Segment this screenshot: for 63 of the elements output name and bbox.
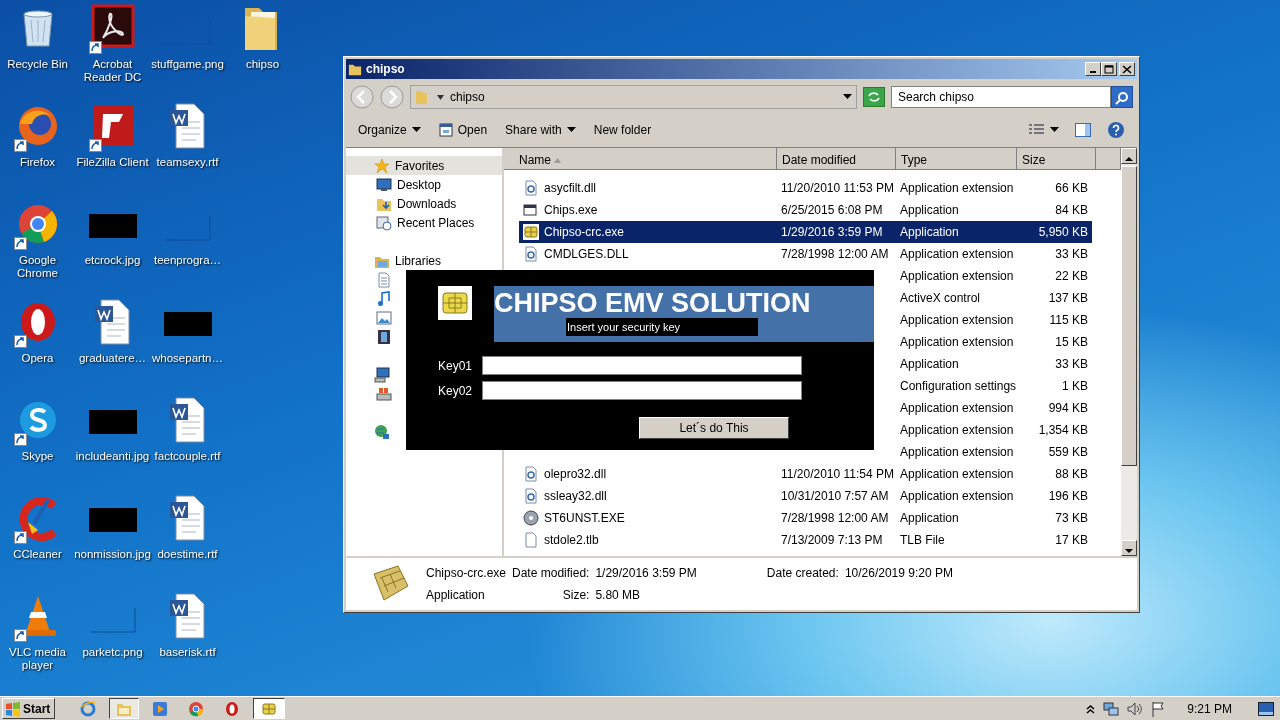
file-size: 196 KB bbox=[1048, 489, 1088, 503]
file-size: 33 KB bbox=[1055, 357, 1088, 371]
file-date: 7/28/1998 12:00 AM bbox=[781, 511, 889, 525]
file-type: Application bbox=[900, 511, 959, 525]
file-size: 1,354 KB bbox=[1038, 423, 1088, 437]
file-type: Application bbox=[900, 203, 959, 217]
file-size: 5,950 KB bbox=[1038, 225, 1088, 239]
file-type: Application extension bbox=[900, 181, 1014, 195]
file-type: Application extension bbox=[900, 489, 1014, 503]
file-type: Application extension bbox=[900, 445, 1014, 459]
file-type: Application bbox=[426, 587, 486, 604]
file-name: Chips.exe bbox=[544, 202, 598, 219]
field-label: Key01 bbox=[438, 357, 474, 375]
file-name: Chipso-crc.exe bbox=[544, 224, 625, 241]
field-label: Key02 bbox=[438, 382, 474, 400]
file-type: Application extension bbox=[900, 313, 1014, 327]
file-name: stdole2.tlb bbox=[544, 532, 599, 549]
file-type: Application extension bbox=[900, 423, 1014, 437]
file-type: TLB File bbox=[900, 533, 945, 547]
file-name: Chipso-crc.exe bbox=[426, 565, 507, 582]
file-type: Application extension bbox=[900, 401, 1014, 415]
file-type: Application extension bbox=[900, 247, 1014, 261]
file-name: CMDLGES.DLL bbox=[544, 246, 629, 263]
file-type: Configuration settings bbox=[900, 379, 1017, 393]
file-size: 15 KB bbox=[1055, 335, 1088, 349]
file-type: ActiveX control bbox=[900, 291, 981, 305]
file-size: 1 KB bbox=[1062, 379, 1088, 393]
dialog-title: CHIPSO EMV SOLUTION bbox=[494, 287, 812, 318]
field-label: Date modified: bbox=[512, 565, 590, 582]
file-type: Application bbox=[900, 225, 959, 239]
file-size: 115 KB bbox=[1049, 313, 1088, 327]
field-value: 1/29/2016 3:59 PM bbox=[595, 565, 697, 582]
file-type: Application extension bbox=[900, 269, 1014, 283]
file-size: 559 KB bbox=[1048, 445, 1088, 459]
file-type: Application bbox=[900, 357, 959, 371]
window-title: chipso bbox=[366, 61, 405, 78]
file-size: 137 KB bbox=[1048, 291, 1088, 305]
file-name: ssleay32.dll bbox=[544, 488, 607, 505]
dialog-subtitle: Insert your security key bbox=[566, 318, 758, 336]
file-name: ST6UNST.EXE bbox=[544, 510, 625, 527]
field-label: Size: bbox=[561, 587, 590, 604]
file-date: 1/29/2016 3:59 PM bbox=[781, 225, 883, 239]
file-size: 84 KB bbox=[1055, 203, 1088, 217]
file-date: 11/20/2010 11:53 PM bbox=[781, 181, 894, 195]
file-name: olepro32.dll bbox=[544, 466, 607, 483]
file-size: 66 KB bbox=[1055, 181, 1088, 195]
file-date: 7/28/1998 12:00 AM bbox=[781, 247, 889, 261]
file-date: 11/20/2010 11:54 PM bbox=[781, 467, 894, 481]
file-size: 994 KB bbox=[1048, 401, 1088, 415]
file-size: 17 KB bbox=[1055, 533, 1088, 547]
field-label: Date created: bbox=[766, 565, 839, 582]
field-value: 10/26/2019 9:20 PM bbox=[844, 565, 953, 582]
file-type: Application extension bbox=[900, 467, 1014, 481]
file-size: 73 KB bbox=[1055, 511, 1088, 525]
file-date: 10/31/2010 7:57 AM bbox=[781, 489, 889, 503]
file-size: 33 KB bbox=[1055, 247, 1088, 261]
file-name: asycfilt.dll bbox=[544, 180, 596, 197]
file-date: 6/25/2015 6:08 PM bbox=[781, 203, 883, 217]
file-type: Application extension bbox=[900, 335, 1014, 349]
file-size: 88 KB bbox=[1055, 467, 1088, 481]
file-date: 7/13/2009 7:13 PM bbox=[781, 533, 883, 547]
file-size: 22 KB bbox=[1055, 269, 1088, 283]
field-value: 5.80 MB bbox=[595, 587, 642, 604]
